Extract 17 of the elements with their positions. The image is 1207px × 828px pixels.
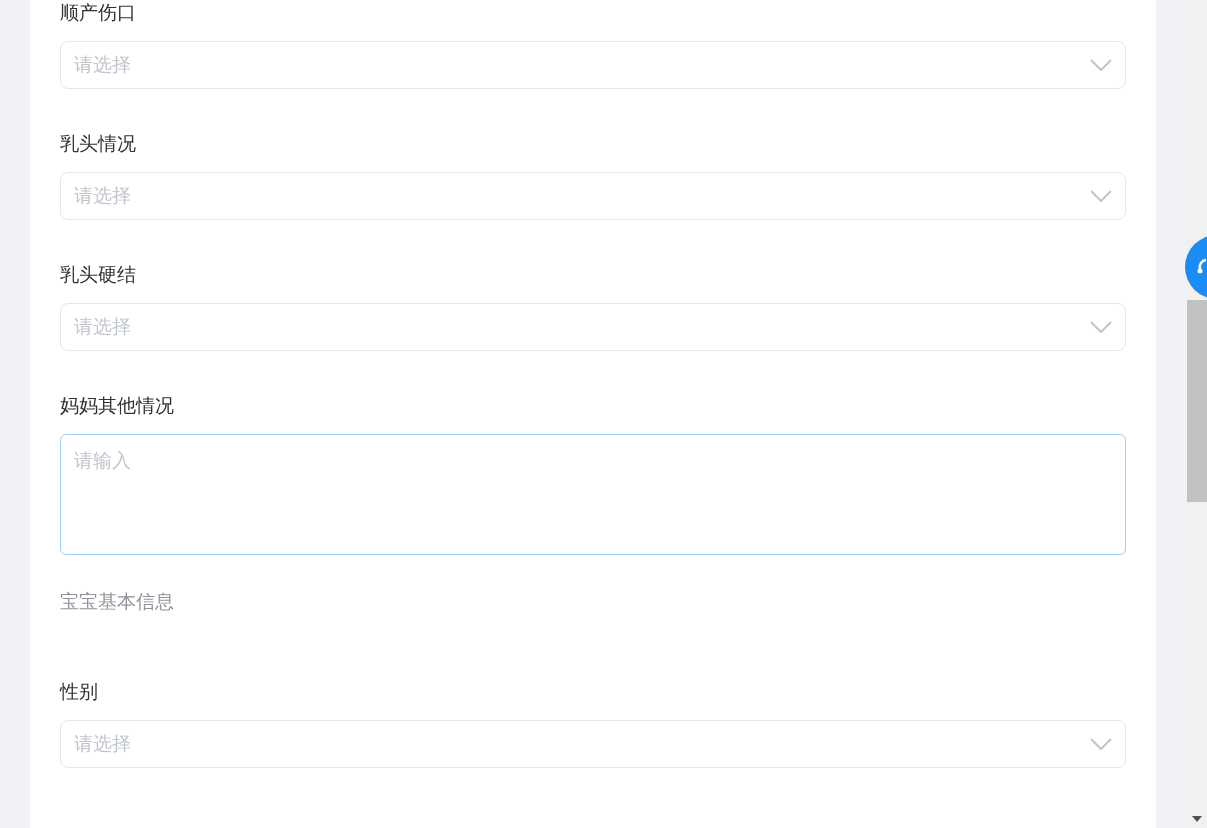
field-label: 顺产伤口: [60, 2, 136, 23]
select-field[interactable]: 请选择: [60, 172, 1126, 220]
chevron-down-icon: [1090, 321, 1112, 333]
text-area[interactable]: 请输入: [60, 434, 1126, 555]
scroll-down-icon[interactable]: [1192, 816, 1202, 822]
select-field[interactable]: 请选择: [60, 41, 1126, 89]
chevron-down-icon: [1090, 190, 1112, 202]
field-label: 妈妈其他情况: [60, 395, 174, 416]
scrollbar-thumb[interactable]: [1187, 300, 1207, 502]
chevron-down-icon: [1090, 59, 1112, 71]
select-field[interactable]: 请选择: [60, 303, 1126, 351]
field-label: 乳头硬结: [60, 264, 136, 285]
field-label: 性别: [60, 681, 98, 702]
section-title: 宝宝基本信息: [60, 591, 174, 612]
field-label: 乳头情况: [60, 133, 136, 154]
select-field[interactable]: 请选择: [60, 720, 1126, 768]
chevron-down-icon: [1090, 738, 1112, 750]
